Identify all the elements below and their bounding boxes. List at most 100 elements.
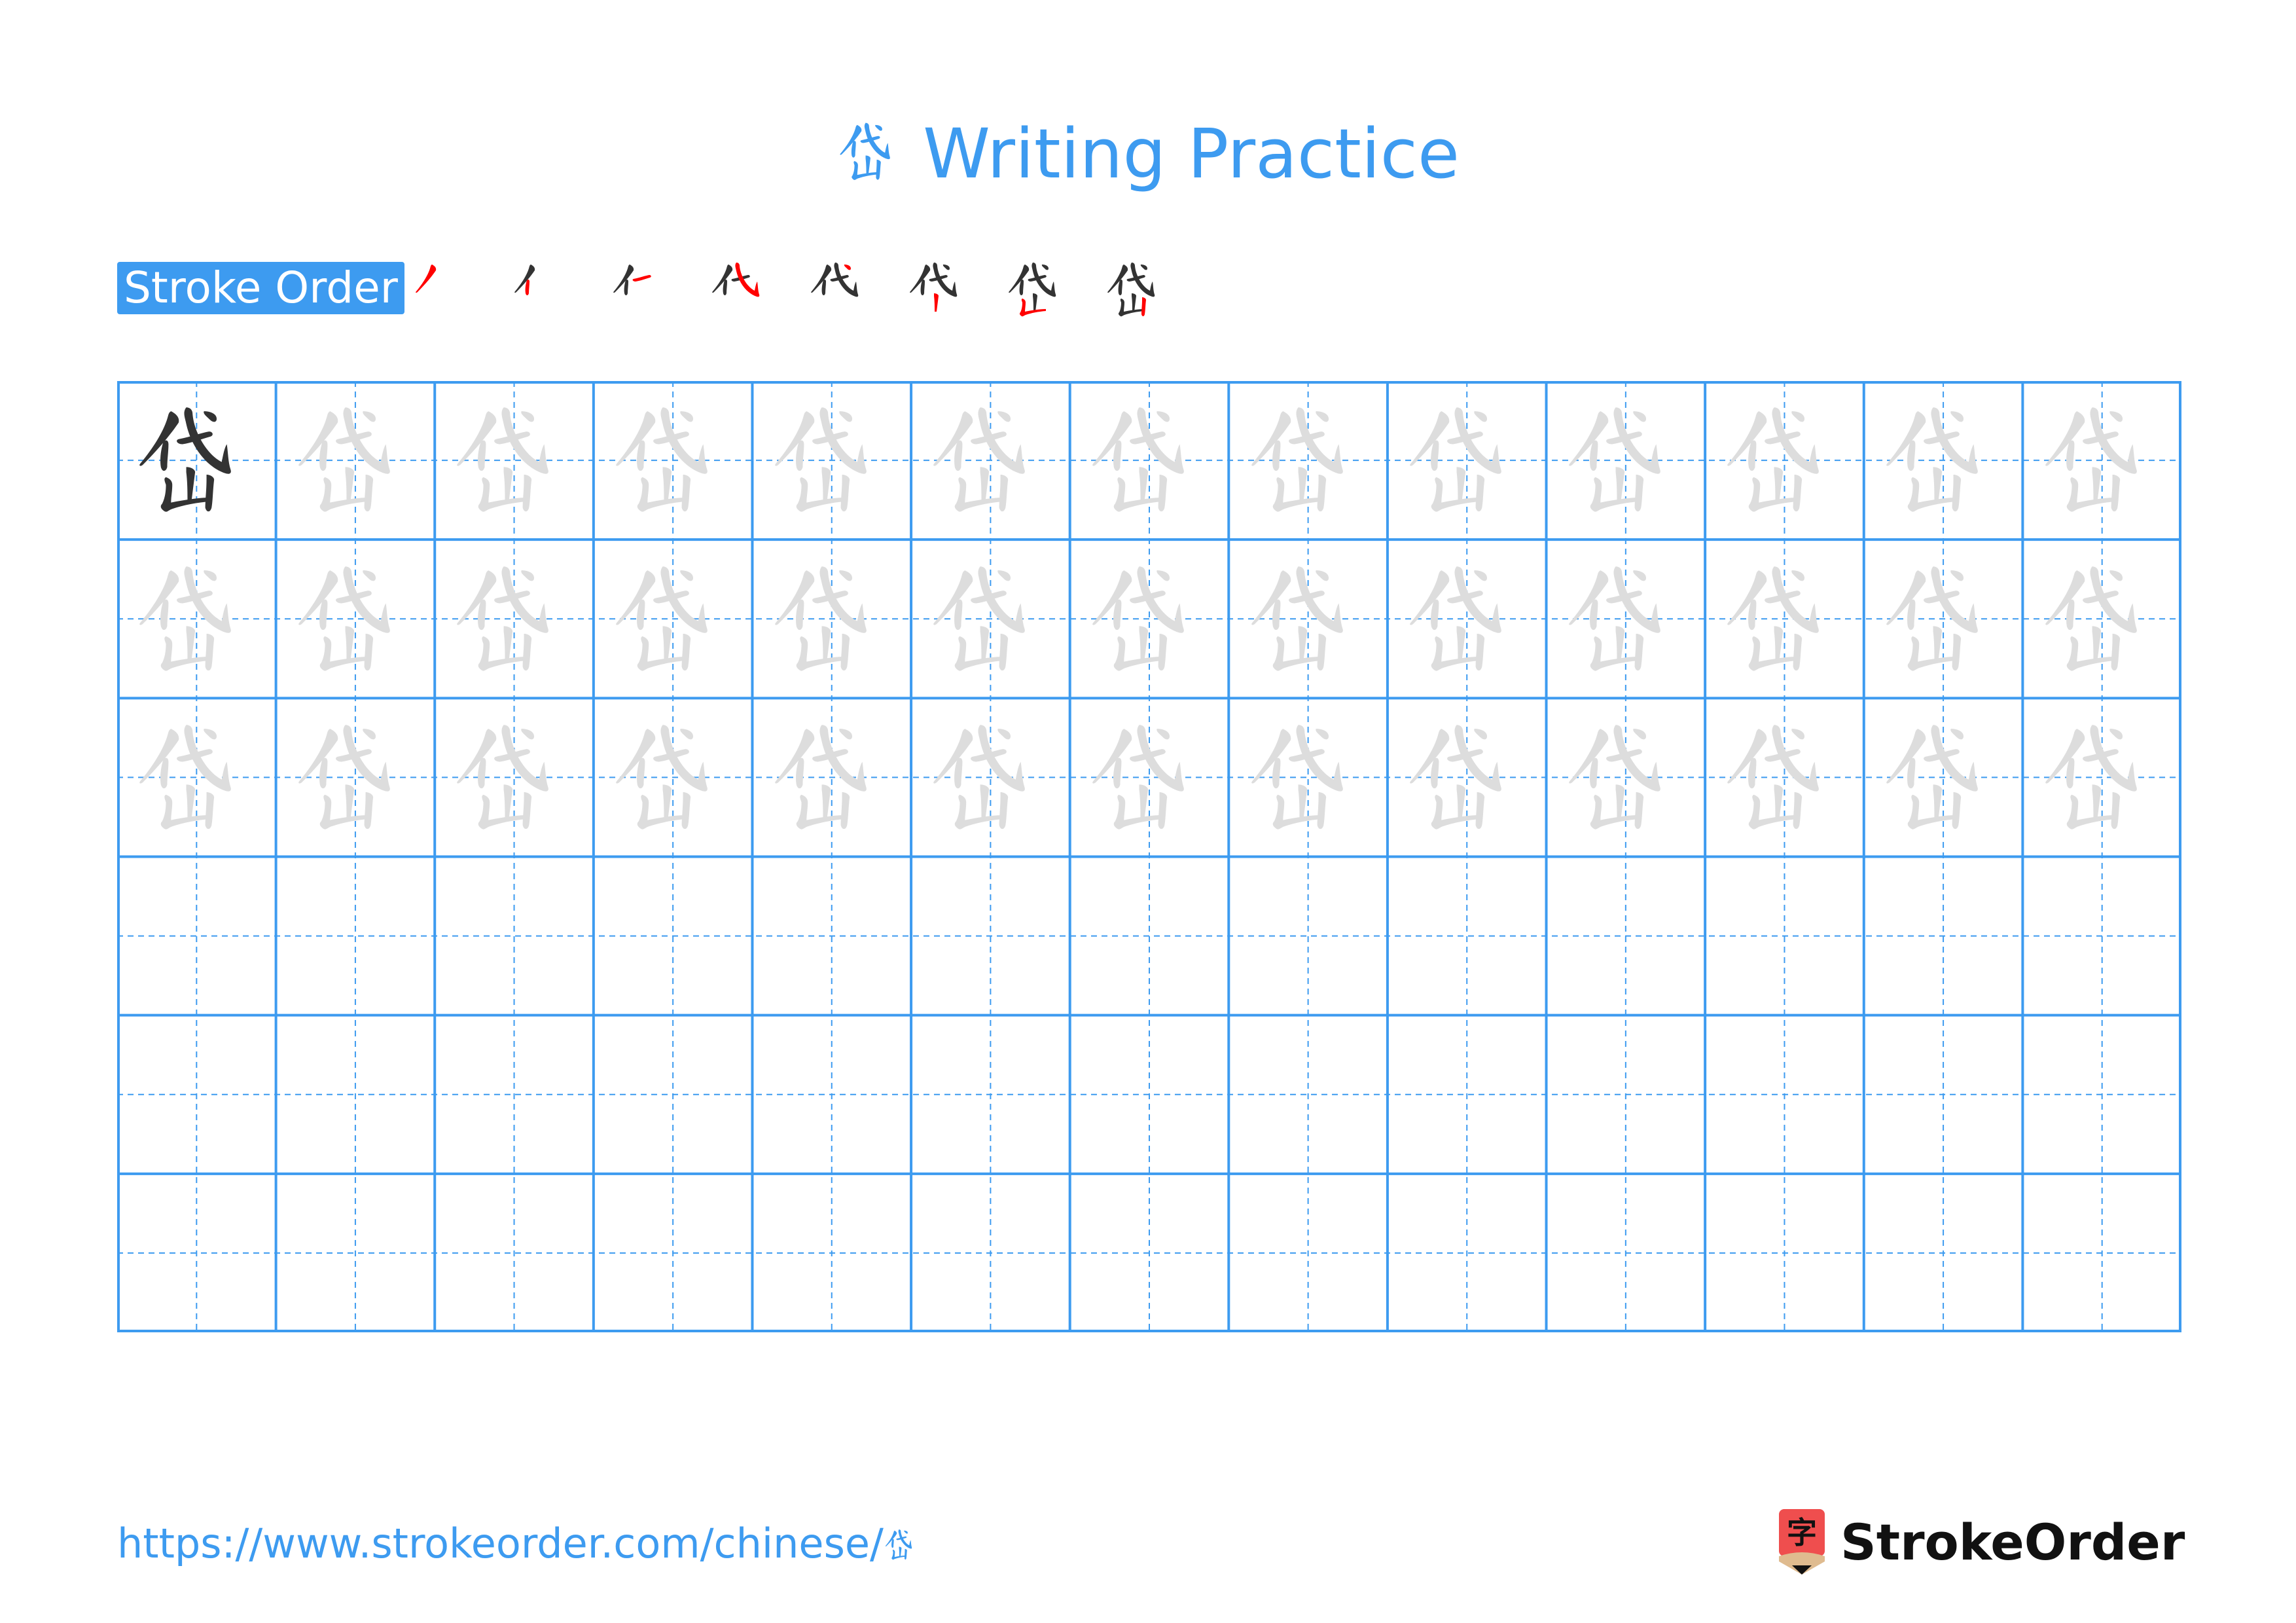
stroke-6 [186, 625, 196, 662]
practice-cell[interactable] [1229, 857, 1388, 1015]
practice-cell[interactable] [435, 381, 594, 539]
stroke-7 [1272, 794, 1323, 830]
practice-cell[interactable] [1864, 857, 2023, 1015]
practice-cell[interactable] [594, 1015, 753, 1174]
practice-cell[interactable] [276, 698, 435, 856]
practice-cell[interactable] [1070, 857, 1229, 1015]
practice-cell[interactable] [1705, 1174, 1864, 1332]
practice-cell[interactable] [1864, 381, 2023, 539]
practice-cell[interactable] [1388, 1174, 1547, 1332]
practice-cell[interactable] [2022, 539, 2181, 698]
practice-cell[interactable] [1547, 857, 1706, 1015]
practice-cell[interactable] [117, 1015, 276, 1174]
practice-cell[interactable] [911, 698, 1070, 856]
practice-cell[interactable] [117, 381, 276, 539]
practice-cell[interactable] [435, 857, 594, 1015]
practice-cell[interactable] [1705, 381, 1864, 539]
practice-cell[interactable] [2022, 857, 2181, 1015]
practice-cell[interactable] [1547, 698, 1706, 856]
strokeorder-logo[interactable]: 字 StrokeOrder [1779, 1509, 2185, 1575]
practice-cell[interactable] [1864, 539, 2023, 698]
practice-cell[interactable] [276, 539, 435, 698]
practice-cell[interactable] [594, 857, 753, 1015]
stroke-7 [637, 794, 689, 830]
practice-cell[interactable] [911, 539, 1070, 698]
practice-cell[interactable] [1388, 381, 1547, 539]
practice-cell[interactable] [911, 381, 1070, 539]
practice-cell[interactable] [117, 698, 276, 856]
practice-cell[interactable] [2022, 1015, 2181, 1174]
practice-cell[interactable] [1388, 1015, 1547, 1174]
practice-cell[interactable] [1229, 1174, 1388, 1332]
stroke-5 [521, 411, 535, 422]
practice-cell[interactable] [435, 698, 594, 856]
practice-cell[interactable] [1388, 698, 1547, 856]
stroke-2 [1907, 599, 1916, 630]
stroke-2 [954, 757, 963, 788]
practice-cell[interactable] [1864, 698, 2023, 856]
practice-cell[interactable] [1864, 1174, 2023, 1332]
stroke-7 [319, 636, 371, 671]
practice-cell[interactable] [1705, 539, 1864, 698]
stroke-5 [838, 728, 852, 740]
practice-cell[interactable] [1864, 1015, 2023, 1174]
practice-cell[interactable] [594, 381, 753, 539]
practice-cell[interactable] [435, 1015, 594, 1174]
practice-cell[interactable] [1547, 1174, 1706, 1332]
stroke-5 [1791, 728, 1805, 740]
practice-cell[interactable] [752, 698, 911, 856]
practice-cell[interactable] [1229, 698, 1388, 856]
practice-cell[interactable] [1547, 381, 1706, 539]
practice-cell[interactable] [1229, 539, 1388, 698]
practice-cell[interactable] [1705, 1015, 1864, 1174]
practice-cell[interactable] [911, 1015, 1070, 1174]
practice-cell[interactable] [594, 539, 753, 698]
practice-cell[interactable] [2022, 381, 2181, 539]
practice-cell[interactable] [276, 1015, 435, 1174]
practice-cell[interactable] [2022, 1174, 2181, 1332]
practice-cell[interactable] [117, 539, 276, 698]
practice-cell[interactable] [911, 857, 1070, 1015]
practice-cell[interactable] [1070, 1174, 1229, 1332]
practice-cell[interactable] [594, 698, 753, 856]
practice-cell[interactable] [1070, 698, 1229, 856]
practice-cell[interactable] [2022, 698, 2181, 856]
practice-cell[interactable] [435, 1174, 594, 1332]
footer-url-link[interactable]: https://www.strokeorder.com/chinese/ [117, 1518, 920, 1570]
stroke-1 [1886, 411, 1926, 466]
stroke-8 [1158, 792, 1168, 829]
practice-cell[interactable] [1388, 857, 1547, 1015]
practice-cell[interactable] [752, 539, 911, 698]
practice-cell[interactable] [117, 1174, 276, 1332]
practice-cell[interactable] [752, 381, 911, 539]
practice-cell[interactable] [435, 539, 594, 698]
practice-cell[interactable] [276, 1174, 435, 1332]
practice-cell[interactable] [1547, 539, 1706, 698]
stroke-7 [478, 794, 529, 830]
stroke-1 [1410, 411, 1450, 466]
practice-cell[interactable] [1705, 857, 1864, 1015]
practice-cell[interactable] [1070, 539, 1229, 698]
practice-cell[interactable] [1229, 1015, 1388, 1174]
practice-cell[interactable] [117, 857, 276, 1015]
practice-cell[interactable] [1070, 1015, 1229, 1174]
practice-cell[interactable] [752, 1015, 911, 1174]
practice-cell[interactable] [752, 857, 911, 1015]
practice-cell[interactable] [1070, 381, 1229, 539]
practice-cell[interactable] [276, 857, 435, 1015]
practice-cell[interactable] [594, 1174, 753, 1332]
practice-cell[interactable] [1705, 698, 1864, 856]
trace-character [774, 724, 867, 830]
practice-cell[interactable] [752, 1174, 911, 1332]
stroke-5 [997, 570, 1011, 581]
practice-cell[interactable] [911, 1174, 1070, 1332]
trace-character [1410, 566, 1502, 671]
brand-name: StrokeOrder [1840, 1512, 2185, 1571]
stroke-6 [1298, 784, 1307, 820]
practice-cell[interactable] [1229, 381, 1388, 539]
practice-cell[interactable] [1388, 539, 1547, 698]
stroke-5 [942, 264, 950, 270]
practice-cell[interactable] [276, 381, 435, 539]
practice-cell[interactable] [1547, 1015, 1706, 1174]
stroke-5 [1791, 411, 1805, 422]
